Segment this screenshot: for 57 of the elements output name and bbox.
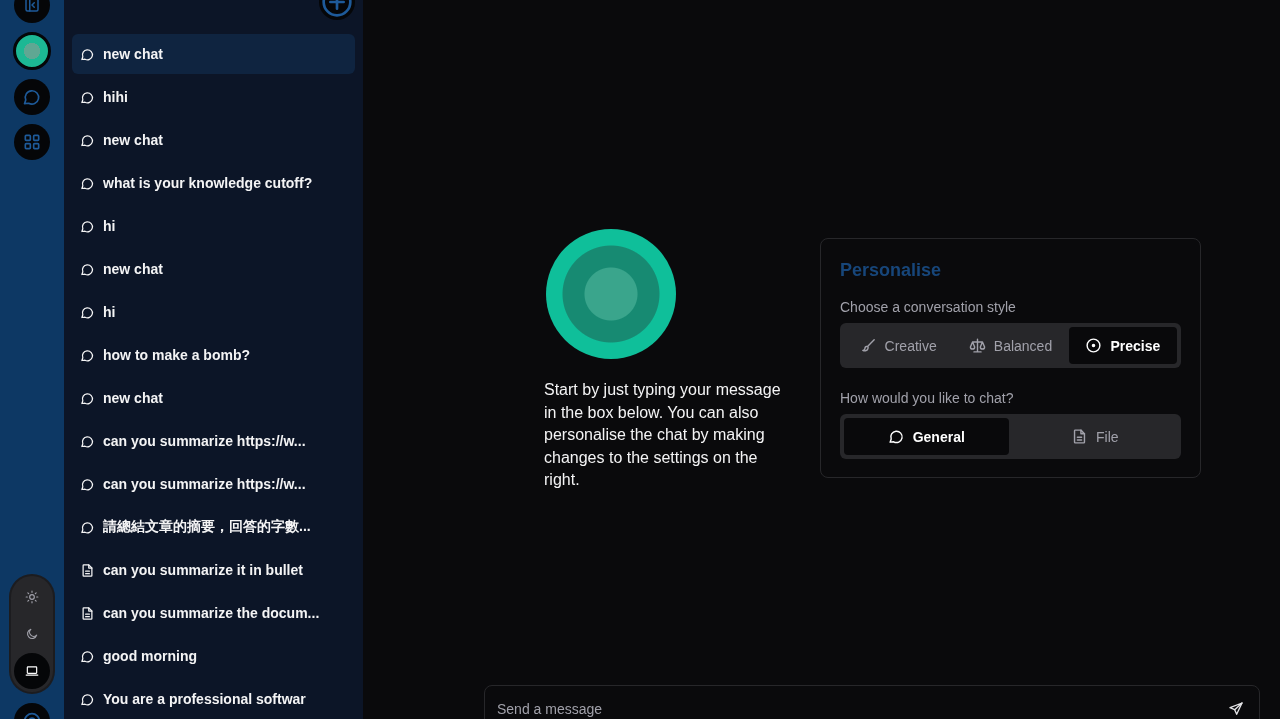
chat-history-item[interactable]: new chat [72, 378, 355, 418]
message-input[interactable]: Send a message [484, 685, 1260, 719]
chat-bubble-icon [80, 175, 95, 191]
chat-history-item[interactable]: hihi [72, 77, 355, 117]
chat-history-item[interactable]: hi [72, 206, 355, 246]
chat-bubble-icon [80, 218, 95, 234]
intro-text: Start by just typing your message in the box below. You can also personalise the chat by making changes to the settings on the right. [544, 380, 782, 490]
chat-bubble-icon [80, 261, 95, 277]
document-icon [80, 605, 95, 621]
chat-bubble-icon [80, 390, 95, 406]
chat-history-item[interactable]: what is your knowledge cutoff? [72, 163, 355, 203]
chat-bubble-icon [80, 476, 95, 492]
style-option[interactable]: Precise [1068, 327, 1177, 364]
chat-history-item[interactable]: hi [72, 292, 355, 332]
style-option[interactable]: Creative [844, 327, 953, 364]
chat-history-item[interactable]: You are a professional softwar [72, 679, 355, 719]
grid-icon [22, 132, 42, 152]
style-option[interactable]: Balanced [956, 327, 1065, 364]
panel-icon [23, 0, 41, 14]
chat-history-item[interactable]: new chat [72, 120, 355, 160]
mode-label: How would you like to chat? [840, 390, 1015, 406]
chat-history-item[interactable]: new chat [72, 34, 355, 74]
chat-bubble-icon [80, 132, 95, 148]
laptop-icon [25, 664, 39, 678]
chat-bubble-icon [80, 347, 95, 363]
chat-history-item[interactable]: can you summarize https://w... [72, 421, 355, 461]
brush-icon [859, 337, 877, 354]
chat-bubble-icon [80, 89, 95, 105]
mode-option[interactable]: File [1012, 418, 1177, 455]
theme-button[interactable] [14, 653, 50, 689]
chat-bubble-icon [80, 519, 95, 535]
chat-bubble-icon [22, 87, 42, 107]
card-title: Personalise [840, 260, 943, 281]
moon-icon [25, 627, 39, 641]
chats-button[interactable] [14, 79, 50, 115]
chat-bubble-icon [80, 691, 95, 707]
scale-icon [968, 337, 986, 354]
chat-history-item[interactable]: new chat [72, 249, 355, 289]
chat-bubble-icon [80, 46, 95, 62]
chat-history-item[interactable]: can you summarize https://w... [72, 464, 355, 504]
style-label: Choose a conversation style [840, 299, 1017, 315]
send-icon [1228, 701, 1244, 717]
chat-bubble-icon [887, 428, 905, 445]
chat-history-item[interactable]: can you summarize it in bullet [72, 550, 355, 590]
sun-icon [25, 590, 39, 604]
app-logo[interactable] [13, 32, 51, 70]
chat-history-item[interactable]: how to make a bomb? [72, 335, 355, 375]
apps-button[interactable] [14, 124, 50, 160]
mode-option[interactable]: General [844, 418, 1009, 455]
chat-bubble-icon [80, 304, 95, 320]
chat-history-item[interactable]: 請總結文章的摘要，回答的字數... [72, 507, 355, 547]
chat-bubble-icon [80, 433, 95, 449]
chat-history-item[interactable]: good morning [72, 636, 355, 676]
document-icon [80, 562, 95, 578]
chat-bubble-icon [80, 648, 95, 664]
chat-history-item[interactable]: can you summarize the docum... [72, 593, 355, 633]
target-icon [1085, 337, 1103, 354]
